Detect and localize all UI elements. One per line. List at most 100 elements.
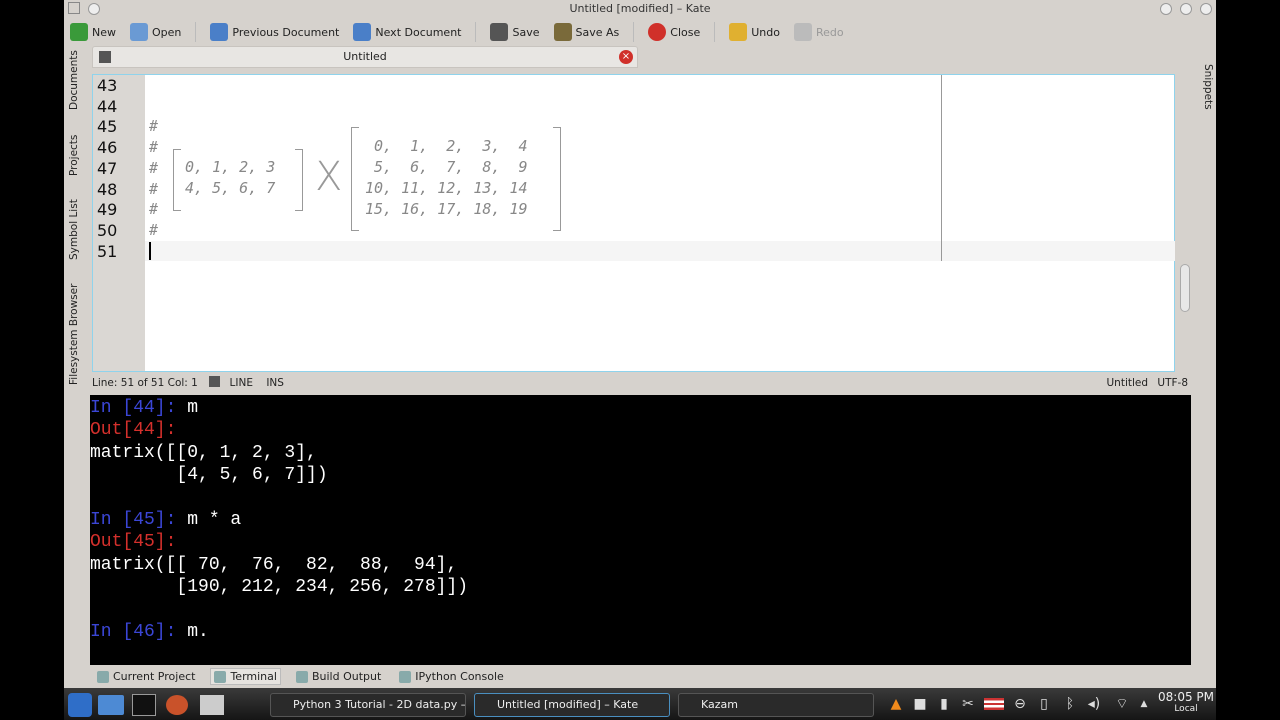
left-matrix-bracket-close <box>295 149 303 211</box>
undo-icon <box>729 23 748 41</box>
left-matrix-bracket-open <box>173 149 181 211</box>
tab-label: Build Output <box>311 670 382 683</box>
toolbar-label: Previous Document <box>232 25 340 39</box>
terminal-icon[interactable] <box>132 694 156 716</box>
sidebar-item-documents[interactable]: Documents <box>68 48 88 112</box>
comment-hash: # <box>149 200 159 219</box>
wifi-icon[interactable]: ⌔ <box>1114 696 1130 712</box>
sidebar-item-projects[interactable]: Projects <box>68 130 88 180</box>
tab-build-output[interactable]: Build Output <box>293 669 384 684</box>
kate-icon[interactable] <box>200 695 224 715</box>
open-button[interactable]: Open <box>130 23 181 41</box>
out-prompt: Out[45]: <box>90 532 177 553</box>
task-python-tutorial[interactable]: Python 3 Tutorial - 2D data.py – K <box>270 693 466 717</box>
sidebar-item-symbol-list[interactable]: Symbol List <box>68 198 88 262</box>
current-line-highlight <box>145 241 1175 261</box>
new-button[interactable]: New <box>70 23 116 41</box>
pin-button[interactable] <box>88 3 100 15</box>
terminal-panel[interactable]: In [44]: m Out[44]: matrix([[0, 1, 2, 3], … <box>90 395 1191 665</box>
comment-hash: # <box>149 220 159 239</box>
editor-scrollbar[interactable] <box>1178 74 1192 372</box>
out-prompt: Out[44]: <box>90 420 177 441</box>
tab-current-project[interactable]: Current Project <box>94 669 198 684</box>
vlc-icon[interactable]: ▲ <box>888 696 904 712</box>
save-icon <box>99 51 111 63</box>
toolbar-separator <box>714 22 716 42</box>
firefox-icon[interactable] <box>166 695 188 715</box>
usb-icon[interactable]: ⊖ <box>1012 696 1028 712</box>
redo-icon <box>793 23 812 41</box>
scissors-icon[interactable]: ✂ <box>960 696 976 712</box>
next-document-button[interactable]: Next Document <box>353 23 461 41</box>
close-window-button[interactable] <box>1200 3 1212 15</box>
close-tab-icon[interactable]: × <box>619 50 633 64</box>
sidebar-item-filesystem-browser[interactable]: Filesystem Browser <box>68 282 88 386</box>
previous-document-button[interactable]: Previous Document <box>210 23 339 41</box>
volume-icon[interactable]: ◂) <box>1086 696 1102 712</box>
clock-zone: Local <box>1174 704 1198 714</box>
in-prompt: In [46]: <box>90 621 188 642</box>
new-icon <box>70 23 88 41</box>
camera-icon[interactable]: ■ <box>912 696 928 712</box>
toolbar-label: Next Document <box>375 25 462 39</box>
minimize-button[interactable] <box>1160 3 1172 15</box>
tab-label: Current Project <box>113 670 196 683</box>
comment-hash: # <box>149 179 159 198</box>
terminal-line: Out[45]: <box>90 531 1191 553</box>
sidebar-item-snippets[interactable]: Snippets <box>1194 60 1214 114</box>
battery-icon[interactable]: ▯ <box>1036 696 1052 712</box>
task-kate-untitled[interactable]: Untitled [modified] – Kate <box>474 693 670 717</box>
toolbar-separator <box>475 22 477 42</box>
terminal-line: matrix([[ 70, 76, 82, 88, 94], <box>90 554 458 575</box>
save-as-button[interactable]: Save As <box>553 23 620 41</box>
save-as-icon <box>553 23 572 41</box>
close-button[interactable]: Close <box>648 23 700 41</box>
line-number: 46 <box>97 138 118 158</box>
tab-untitled[interactable]: Untitled × <box>92 46 638 68</box>
cursor-position: Line: 51 of 51 Col: 1 <box>92 377 198 389</box>
terminal-icon <box>214 670 227 683</box>
tab-ipython-console[interactable]: IPython Console <box>396 669 507 684</box>
line-number-gutter: 43 44 45 46 47 48 49 50 51 <box>93 75 145 371</box>
redo-button[interactable]: Redo <box>793 23 844 41</box>
left-matrix: 0, 1, 2, 3 4, 5, 6, 7 <box>185 158 276 197</box>
toolbar-label: Open <box>152 25 182 39</box>
current-project-icon <box>97 670 109 683</box>
kate-window: Untitled [modified] – Kate New Open Previo… <box>64 0 1216 688</box>
task-kazam[interactable]: Kazam <box>678 693 874 717</box>
in-prompt: In [45]: <box>90 509 188 530</box>
toolbar-separator <box>195 22 197 42</box>
terminal-line: [4, 5, 6, 7]]) <box>90 465 328 486</box>
keyboard-layout-us-flag-icon[interactable] <box>984 698 1004 710</box>
insert-mode[interactable]: INS <box>266 377 284 389</box>
close-icon <box>648 23 667 41</box>
tray-expand-icon[interactable]: ▲ <box>1136 696 1152 712</box>
save-button[interactable]: Save <box>490 23 540 41</box>
kde-menu-icon[interactable] <box>68 693 92 717</box>
maximize-button[interactable] <box>1180 3 1192 15</box>
editor-area[interactable]: 43 44 45 46 47 48 49 50 51 # # # # # # 0, 1, 2, 3 4, … <box>92 74 1175 372</box>
bluetooth-icon[interactable]: ᛒ <box>1062 696 1078 712</box>
scrollbar-thumb[interactable] <box>1180 264 1190 312</box>
line-number: 44 <box>97 96 118 116</box>
multiply-operator: X <box>315 154 343 200</box>
right-matrix-bracket-close <box>553 127 561 231</box>
encoding[interactable]: UTF-8 <box>1157 377 1188 389</box>
status-bar: Line: 51 of 51 Col: 1 LINE INS Untitled … <box>92 375 1188 391</box>
toolbar-label: Save As <box>575 25 620 39</box>
line-number: 50 <box>97 220 118 240</box>
file-manager-icon[interactable] <box>98 695 124 715</box>
clock-time: 08:05 PM <box>1158 690 1214 704</box>
terminal-line: In [44]: m <box>90 397 1191 419</box>
tab-terminal[interactable]: Terminal <box>210 668 281 685</box>
arrow-right-icon <box>353 23 372 41</box>
selection-mode[interactable]: LINE <box>230 377 253 389</box>
undo-button[interactable]: Undo <box>729 23 780 41</box>
arrow-left-icon <box>210 23 229 41</box>
terminal-line: In [45]: m * a <box>90 509 1191 531</box>
klipper-icon[interactable]: ▮ <box>936 696 952 712</box>
tab-label: Terminal <box>230 670 277 683</box>
clock[interactable]: 08:05 PM Local <box>1156 690 1216 714</box>
